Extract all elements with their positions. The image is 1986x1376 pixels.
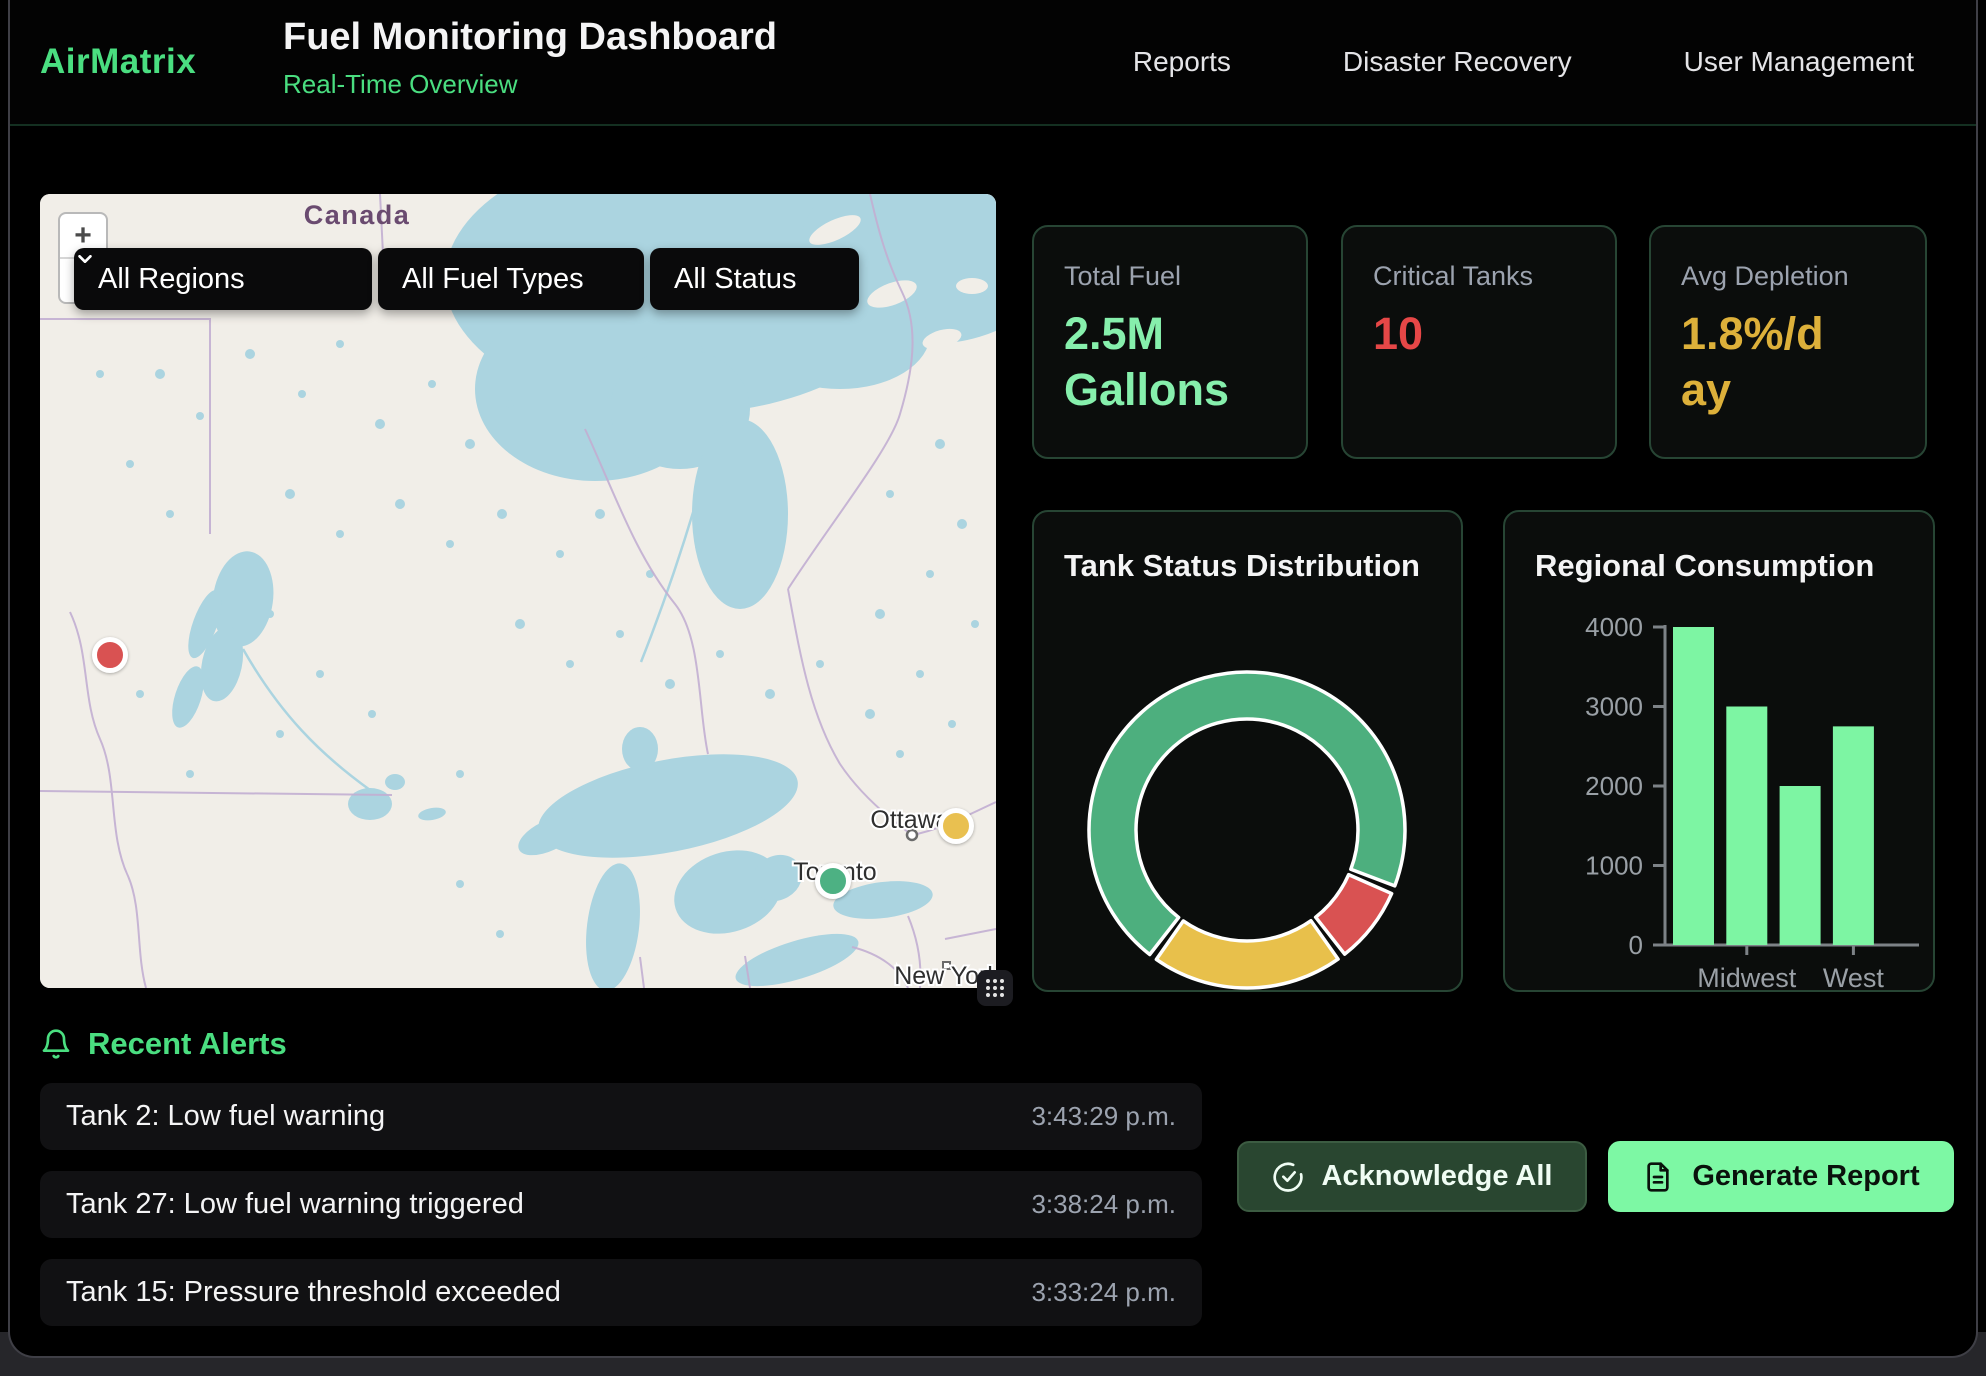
fuel-map[interactable]: Canada Ottawa Toronto New York + − All R… [40, 194, 996, 988]
svg-text:Midwest: Midwest [1697, 963, 1797, 993]
bar-3 [1833, 726, 1874, 945]
nav-item-user-management[interactable]: User Management [1684, 46, 1914, 78]
svg-text:2000: 2000 [1585, 771, 1643, 801]
header: AirMatrix Fuel Monitoring Dashboard Real… [10, 0, 1976, 126]
alerts-header: Recent Alerts [40, 1022, 287, 1066]
alerts-title: Recent Alerts [88, 1026, 287, 1062]
generate-report-label: Generate Report [1692, 1160, 1919, 1193]
alert-time: 3:33:24 p.m. [1031, 1277, 1176, 1308]
region-filter-dropdown[interactable]: All Regions [74, 248, 372, 310]
stat-label: Avg Depletion [1681, 261, 1895, 292]
alert-time: 3:38:24 p.m. [1031, 1189, 1176, 1220]
nav-item-reports[interactable]: Reports [1133, 46, 1231, 78]
regional-consumption-card: Regional Consumption 0 1000 2000 3000 4000 Mi… [1503, 510, 1935, 992]
bar-chart-title: Regional Consumption [1535, 548, 1874, 584]
bar-2 [1780, 786, 1821, 945]
fuel-type-filter-value: All Fuel Types [402, 263, 584, 296]
generate-report-button[interactable]: Generate Report [1608, 1141, 1954, 1212]
alert-time: 3:43:29 p.m. [1031, 1101, 1176, 1132]
regional-consumption-bar-chart: 0 1000 2000 3000 4000 Midwest West [1505, 512, 1937, 994]
donut-segment-warning [1156, 921, 1338, 988]
stat-value: 10 [1373, 306, 1585, 362]
bar-0 [1673, 627, 1714, 945]
map-label-country: Canada [304, 200, 411, 230]
alert-row[interactable]: Tank 27: Low fuel warning triggered 3:38… [40, 1171, 1202, 1238]
donut-chart-title: Tank Status Distribution [1064, 548, 1420, 584]
svg-text:0: 0 [1629, 930, 1643, 960]
page-title: Fuel Monitoring Dashboard [283, 16, 777, 59]
file-text-icon [1642, 1161, 1674, 1193]
fuel-type-filter-dropdown[interactable]: All Fuel Types [378, 248, 644, 310]
tank-status-card: Tank Status Distribution [1032, 510, 1463, 992]
svg-text:3000: 3000 [1585, 692, 1643, 722]
region-filter-value: All Regions [98, 263, 245, 296]
tank-marker-critical[interactable] [92, 637, 128, 673]
page-subtitle: Real-Time Overview [283, 69, 777, 100]
stat-card-critical-tanks: Critical Tanks 10 [1341, 225, 1617, 459]
svg-text:4000: 4000 [1585, 612, 1643, 642]
stat-card-total-fuel: Total Fuel 2.5M Gallons [1032, 225, 1308, 459]
dashboard-app: AirMatrix Fuel Monitoring Dashboard Real… [8, 0, 1978, 1358]
acknowledge-all-button[interactable]: Acknowledge All [1237, 1141, 1587, 1212]
map-filterbar: All Regions All Fuel Types All Status [74, 248, 859, 310]
app-logo: AirMatrix [40, 0, 196, 124]
bell-icon [40, 1027, 72, 1061]
alert-message: Tank 15: Pressure threshold exceeded [66, 1276, 561, 1309]
title-block: Fuel Monitoring Dashboard Real-Time Over… [283, 16, 777, 100]
main-nav: Reports Disaster Recovery User Managemen… [1133, 0, 1914, 124]
status-filter-value: All Status [674, 263, 797, 296]
map-canvas: Canada Ottawa Toronto New York [40, 194, 996, 988]
tank-marker-warning[interactable] [938, 808, 974, 844]
stat-label: Critical Tanks [1373, 261, 1585, 292]
status-filter-dropdown[interactable]: All Status [650, 248, 859, 310]
tank-marker-normal[interactable] [815, 863, 851, 899]
alert-message: Tank 2: Low fuel warning [66, 1100, 385, 1133]
check-circle-icon [1272, 1161, 1304, 1193]
svg-text:1000: 1000 [1585, 851, 1643, 881]
svg-text:West: West [1823, 963, 1885, 993]
stat-label: Total Fuel [1064, 261, 1276, 292]
bar-1 [1726, 707, 1767, 946]
alert-message: Tank 27: Low fuel warning triggered [66, 1188, 524, 1221]
stat-value: 2.5M Gallons [1064, 306, 1276, 419]
stat-value: 1.8%/day [1681, 306, 1841, 419]
stat-card-avg-depletion: Avg Depletion 1.8%/day [1649, 225, 1927, 459]
nav-item-disaster-recovery[interactable]: Disaster Recovery [1343, 46, 1572, 78]
alert-row[interactable]: Tank 15: Pressure threshold exceeded 3:3… [40, 1259, 1202, 1326]
alert-row[interactable]: Tank 2: Low fuel warning 3:43:29 p.m. [40, 1083, 1202, 1150]
tank-status-donut-chart [1034, 512, 1465, 994]
map-resize-handle[interactable] [977, 970, 1013, 1006]
acknowledge-all-label: Acknowledge All [1322, 1160, 1553, 1193]
